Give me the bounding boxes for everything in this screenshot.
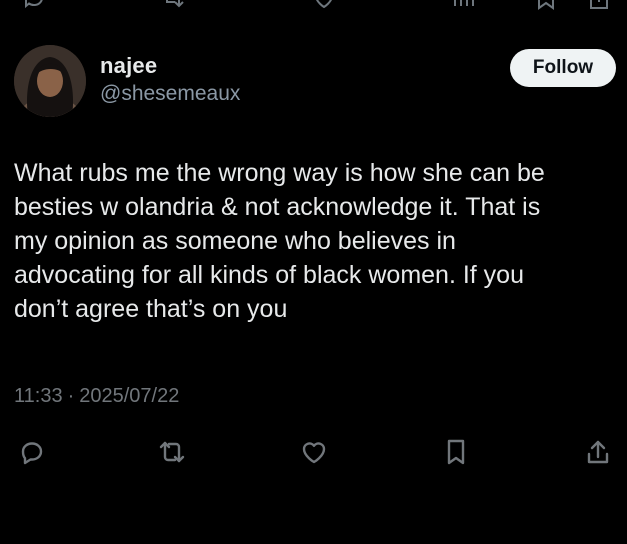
previous-post-action-bar bbox=[0, 0, 627, 12]
tweet-timestamp[interactable]: 11:33 · 2025/07/22 bbox=[14, 382, 179, 410]
avatar[interactable] bbox=[14, 45, 86, 117]
profile-photo-icon bbox=[14, 45, 86, 117]
reply-icon bbox=[18, 438, 46, 466]
like-button[interactable] bbox=[294, 432, 334, 472]
retweet-button[interactable] bbox=[152, 432, 192, 472]
share-icon[interactable] bbox=[588, 0, 610, 10]
retweet-icon bbox=[157, 438, 187, 466]
bookmark-button[interactable] bbox=[436, 432, 476, 472]
display-name[interactable]: najee bbox=[100, 53, 240, 79]
bookmark-icon[interactable] bbox=[536, 0, 556, 10]
like-icon[interactable] bbox=[312, 0, 336, 10]
tweet-action-bar bbox=[0, 432, 627, 472]
reply-button[interactable] bbox=[12, 432, 52, 472]
reply-icon[interactable] bbox=[22, 0, 46, 10]
share-button[interactable] bbox=[578, 432, 618, 472]
author-names: najee @shesemeaux bbox=[100, 53, 240, 107]
follow-button[interactable]: Follow bbox=[510, 49, 616, 87]
views-icon[interactable] bbox=[452, 0, 474, 10]
tweet-author-header: najee @shesemeaux Follow bbox=[14, 45, 616, 119]
retweet-icon[interactable] bbox=[160, 0, 186, 10]
user-handle[interactable]: @shesemeaux bbox=[100, 81, 240, 107]
tweet-date: 2025/07/22 bbox=[79, 385, 180, 407]
tweet-text: What rubs me the wrong way is how she ca… bbox=[14, 159, 545, 323]
tweet-time: 11:33 bbox=[14, 385, 63, 407]
meta-separator: · bbox=[67, 385, 75, 407]
bookmark-icon bbox=[443, 438, 469, 466]
like-icon bbox=[300, 438, 328, 466]
share-icon bbox=[584, 438, 612, 466]
